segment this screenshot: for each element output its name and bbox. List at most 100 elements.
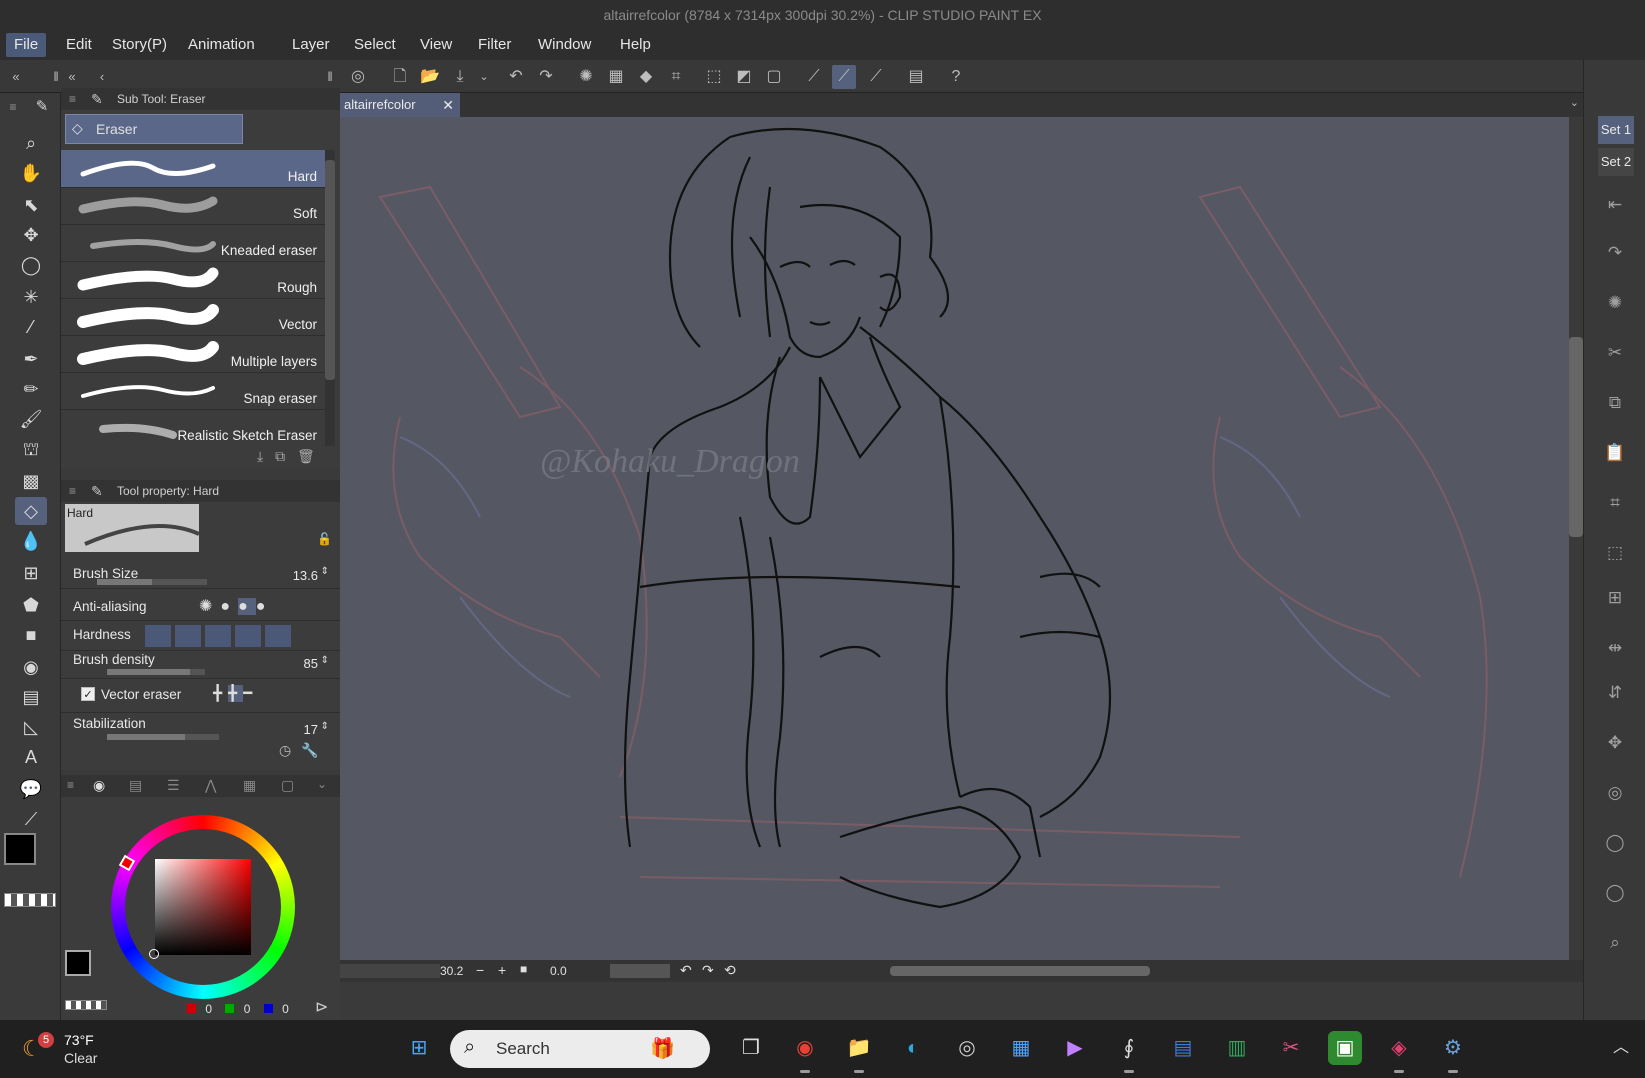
- subtool-group-tab[interactable]: ◇ Eraser: [65, 114, 243, 144]
- menu-window[interactable]: Window: [530, 33, 599, 57]
- vector-eraser-checkbox[interactable]: ✓: [81, 687, 95, 701]
- menu-filter[interactable]: Filter: [470, 33, 519, 57]
- chevron-down-icon[interactable]: ⌄: [317, 777, 327, 791]
- ruler-snap-icon[interactable]: ⟋: [802, 65, 826, 89]
- main-color-swatch[interactable]: [4, 833, 36, 865]
- collapse-left-icon[interactable]: «: [4, 65, 28, 89]
- correct-line-icon[interactable]: ⟋: [15, 805, 47, 833]
- brush-item-rough[interactable]: Rough: [61, 261, 325, 299]
- blend-tool-icon[interactable]: 💧: [15, 527, 47, 555]
- panel-menu-icon[interactable]: ≡: [67, 778, 74, 792]
- chrome-icon[interactable]: ◉: [788, 1031, 822, 1073]
- search-icon[interactable]: ⌕: [1602, 930, 1628, 956]
- rotation-slider[interactable]: [610, 964, 670, 978]
- lasso-alt-icon[interactable]: ◯: [1602, 880, 1628, 906]
- minecraft-icon[interactable]: ▣: [1328, 1031, 1362, 1065]
- navigator-bar[interactable]: [340, 964, 440, 978]
- menu-file[interactable]: File: [6, 33, 47, 57]
- brush-density-value[interactable]: 85: [304, 656, 318, 671]
- redo-icon[interactable]: ↷: [534, 65, 558, 89]
- media-player-icon[interactable]: ▶: [1058, 1031, 1092, 1065]
- lasso-icon[interactable]: ◯: [1602, 830, 1628, 856]
- color-set-tab-icon[interactable]: ☰: [167, 777, 180, 794]
- clip-studio-taskbar-icon[interactable]: ◎: [950, 1031, 984, 1065]
- windows-start-icon[interactable]: ⊞: [402, 1031, 436, 1065]
- cut-icon[interactable]: ✂: [1602, 340, 1628, 366]
- spinner-icon[interactable]: ⇕: [321, 655, 329, 666]
- set-1-tab[interactable]: Set 1: [1598, 116, 1634, 144]
- sheets-icon[interactable]: ▥: [1220, 1031, 1254, 1065]
- transform-icon[interactable]: ⌗: [664, 65, 688, 89]
- hardness-seg-4[interactable]: [235, 625, 261, 647]
- chevron-left-icon[interactable]: ‹: [90, 65, 114, 89]
- brush-list-scrollbar[interactable]: [325, 150, 335, 446]
- duplicate-subtool-icon[interactable]: ⧉: [275, 448, 285, 464]
- invert-selection-icon[interactable]: ◩: [732, 65, 756, 89]
- selection-icon[interactable]: ◎: [1602, 780, 1628, 806]
- move-tool-icon[interactable]: ✥: [15, 221, 47, 249]
- steam-icon[interactable]: ⚙: [1436, 1031, 1470, 1073]
- menu-help[interactable]: Help: [612, 33, 659, 57]
- undo-icon[interactable]: ↶: [504, 65, 528, 89]
- gradient-tool-icon[interactable]: ■: [15, 621, 47, 649]
- save-icon[interactable]: ⤓: [448, 65, 472, 89]
- brush-tool-icon[interactable]: 🖌: [15, 405, 47, 433]
- help-icon[interactable]: ?: [944, 65, 968, 89]
- selection-border-icon[interactable]: ▢: [762, 65, 786, 89]
- hand-tool-icon[interactable]: ✋: [15, 159, 47, 187]
- edge-icon[interactable]: ◐: [896, 1031, 930, 1065]
- main-color-chip[interactable]: [65, 950, 91, 976]
- hardness-seg-3[interactable]: [205, 625, 231, 647]
- pen-tool-icon[interactable]: ✒: [15, 345, 47, 373]
- device-icon[interactable]: ▤: [904, 65, 928, 89]
- saturation-value-square[interactable]: [155, 859, 251, 955]
- brush-item-multiple-layers[interactable]: Multiple layers: [61, 335, 325, 373]
- color-picker-marker[interactable]: [149, 949, 159, 959]
- brush-item-soft[interactable]: Soft: [61, 187, 325, 225]
- fill-icon[interactable]: ◆: [634, 65, 658, 89]
- menu-view[interactable]: View: [412, 33, 460, 57]
- clip-studio-icon[interactable]: ◎: [346, 65, 370, 89]
- color-mode-icon[interactable]: ⊳: [315, 997, 328, 1017]
- panel-menu-icon[interactable]: ≡: [69, 88, 76, 110]
- balloon-tool-icon[interactable]: 💬: [15, 775, 47, 803]
- brush-item-realistic-sketch[interactable]: Realistic Sketch Eraser: [61, 409, 325, 446]
- hardness-seg-2[interactable]: [175, 625, 201, 647]
- panel-menu-icon[interactable]: ≡: [69, 480, 76, 502]
- word-doc-icon[interactable]: ▤: [1166, 1031, 1200, 1065]
- approx-color-tab-icon[interactable]: ▦: [243, 777, 256, 794]
- copy-icon[interactable]: ⧉: [1602, 390, 1628, 416]
- canvas-vertical-scrollbar[interactable]: [1569, 117, 1583, 960]
- airbrush-tool-icon[interactable]: ⛫: [15, 435, 47, 463]
- special-ruler-snap-icon[interactable]: ⟋: [832, 65, 856, 89]
- file-explorer-icon[interactable]: 📁: [842, 1031, 876, 1073]
- collapse-panel-icon[interactable]: «: [60, 65, 84, 89]
- stabilization-value[interactable]: 17: [304, 722, 318, 737]
- delete-subtool-icon[interactable]: 🗑: [297, 448, 315, 464]
- menu-animation[interactable]: Animation: [180, 33, 263, 57]
- zoom-in-icon[interactable]: +: [498, 962, 506, 978]
- hardness-seg-5[interactable]: [265, 625, 291, 647]
- transparent-color-swatch[interactable]: [4, 893, 56, 907]
- magic-wand-icon[interactable]: ✳: [15, 283, 47, 311]
- open-folder-icon[interactable]: 📂: [418, 65, 442, 89]
- stabilization-slider[interactable]: [107, 734, 219, 740]
- fit-icon[interactable]: ■: [520, 962, 527, 976]
- loading-icon[interactable]: ✺: [574, 65, 598, 89]
- eraser-tool-icon[interactable]: ◇: [15, 497, 47, 525]
- close-icon[interactable]: ✕: [442, 93, 454, 117]
- menu-hamburger-icon[interactable]: ≡: [4, 93, 22, 121]
- intermediate-color-tab-icon[interactable]: ⋀: [205, 777, 216, 794]
- document-tab[interactable]: altairrefcolor ✕: [340, 93, 460, 117]
- figure-tool-icon[interactable]: ⊞: [15, 559, 47, 587]
- decoration-tool-icon[interactable]: ▩: [15, 467, 47, 495]
- brush-item-vector[interactable]: Vector: [61, 298, 325, 336]
- object-tool-icon[interactable]: ⬉: [15, 191, 47, 219]
- brush-size-value[interactable]: 13.6: [293, 568, 318, 583]
- transform-icon[interactable]: ⌗: [1602, 490, 1628, 516]
- text-tool-icon[interactable]: A: [15, 743, 47, 771]
- menu-story[interactable]: Story(P): [104, 33, 175, 57]
- clip-studio-paint-icon[interactable]: ∮: [1112, 1031, 1146, 1073]
- color-wheel-tab-icon[interactable]: ◉: [93, 777, 105, 794]
- reset-rotation-icon[interactable]: ⟲: [724, 962, 736, 979]
